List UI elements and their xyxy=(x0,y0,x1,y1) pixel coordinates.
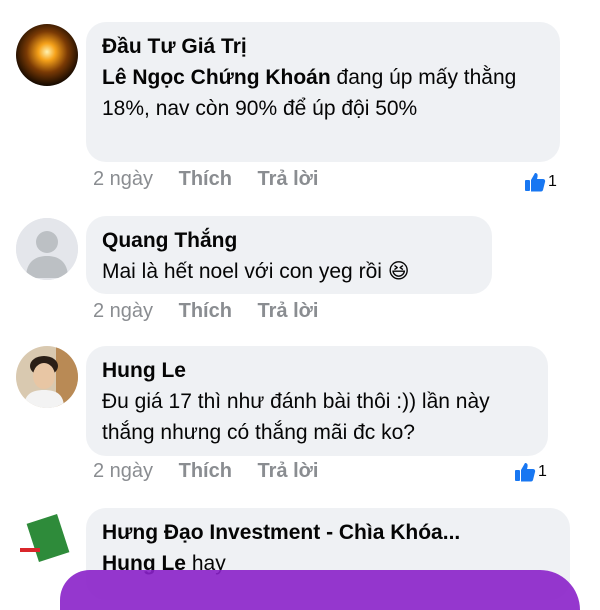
default-user-icon xyxy=(16,218,78,280)
thumbs-up-icon xyxy=(515,463,536,482)
purple-redaction-scribble xyxy=(60,570,580,610)
comment-body: Đu giá 17 thì như đánh bài thôi :)) lần … xyxy=(102,390,490,444)
like-button[interactable]: Thích xyxy=(179,460,232,482)
green-book-avatar xyxy=(16,508,78,570)
comment-actions: 2 ngày Thích Trả lời xyxy=(93,300,338,323)
comment-text: Đu giá 17 thì như đánh bài thôi :)) lần … xyxy=(102,386,532,448)
avatar[interactable] xyxy=(16,24,78,86)
like-count[interactable]: 1 xyxy=(514,462,547,482)
thumbs-up-icon xyxy=(525,173,546,192)
avatar[interactable] xyxy=(16,218,78,280)
comment-body: Mai là hết noel với con yeg rồi xyxy=(102,260,382,283)
reply-button[interactable]: Trả lời xyxy=(258,300,319,322)
comment-bubble: Đầu Tư Giá Trị Lê Ngọc Chứng Khoán đang … xyxy=(86,22,560,162)
avatar[interactable] xyxy=(16,508,78,570)
comment-time[interactable]: 2 ngày xyxy=(93,300,153,322)
person-photo-avatar xyxy=(16,346,78,408)
comment-bubble: Quang Thắng Mai là hết noel với con yeg … xyxy=(86,216,492,294)
reply-button[interactable]: Trả lời xyxy=(258,168,319,190)
comment-actions: 2 ngày Thích Trả lời xyxy=(93,460,338,483)
comment-author[interactable]: Hung Le xyxy=(102,356,532,386)
like-count-value: 1 xyxy=(548,173,557,190)
comment-author[interactable]: Quang Thắng xyxy=(102,226,476,256)
laughing-emoji-icon: 😆 xyxy=(387,260,410,283)
comment-author[interactable]: Đầu Tư Giá Trị xyxy=(102,32,544,62)
reply-button[interactable]: Trả lời xyxy=(258,460,319,482)
comment-text: Mai là hết noel với con yeg rồi 😆 xyxy=(102,256,476,287)
mention-tag[interactable]: Lê Ngọc Chứng Khoán xyxy=(102,66,331,89)
comment-bubble: Hung Le Đu giá 17 thì như đánh bài thôi … xyxy=(86,346,548,456)
like-count[interactable]: 1 xyxy=(524,172,557,192)
comment-author[interactable]: Hưng Đạo Investment - Chìa Khóa... xyxy=(102,518,554,548)
comment-actions: 2 ngày Thích Trả lời xyxy=(93,168,338,191)
comment-time[interactable]: 2 ngày xyxy=(93,168,153,190)
avatar[interactable] xyxy=(16,346,78,408)
comment-text: Lê Ngọc Chứng Khoán đang úp mấy thằng 18… xyxy=(102,62,544,124)
like-button[interactable]: Thích xyxy=(179,300,232,322)
comment-time[interactable]: 2 ngày xyxy=(93,460,153,482)
candle-avatar-image xyxy=(16,24,78,86)
like-count-value: 1 xyxy=(538,463,547,480)
like-button[interactable]: Thích xyxy=(179,168,232,190)
